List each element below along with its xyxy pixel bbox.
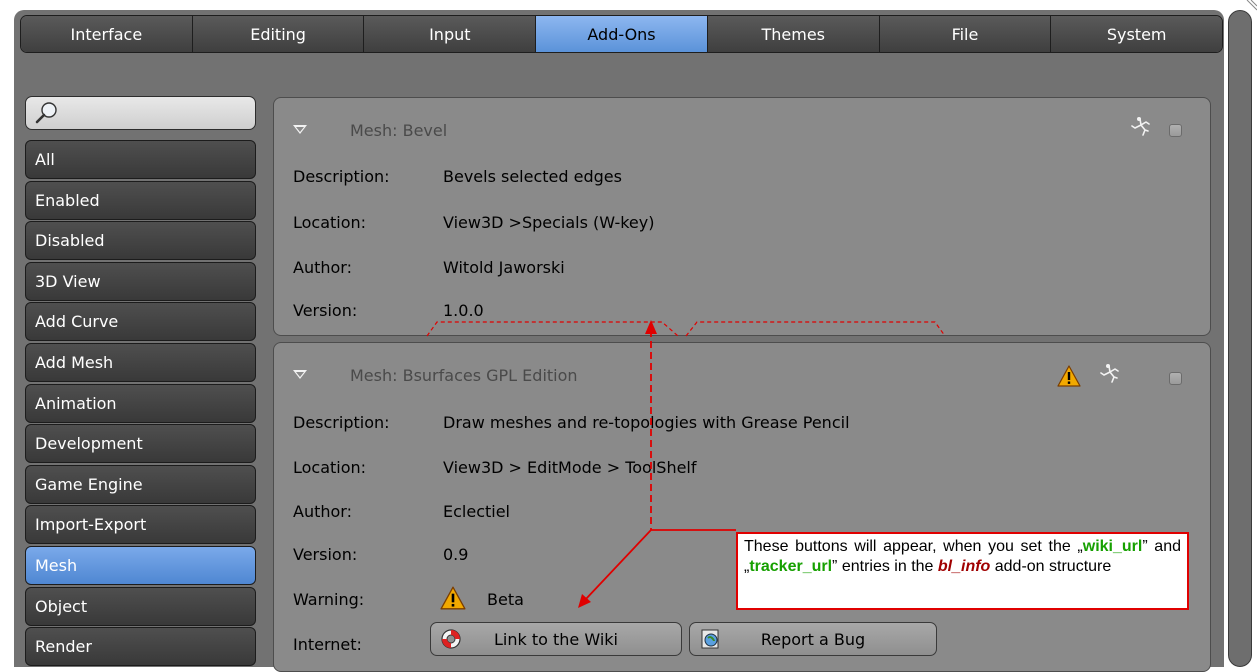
note-text: ” entries in the	[832, 558, 938, 575]
note-keyword-bl-info: bl_info	[937, 558, 991, 575]
note-keyword-tracker-url: tracker_url	[749, 558, 833, 575]
note-text: These buttons will appear, when you set …	[744, 538, 1083, 555]
annotation-note: These buttons will appear, when you set …	[736, 532, 1189, 610]
preferences-window: Interface Editing Input Add-Ons Themes F…	[0, 0, 1257, 672]
note-keyword-wiki-url: wiki_url	[1082, 538, 1143, 555]
note-text: add-on structure	[990, 558, 1112, 575]
